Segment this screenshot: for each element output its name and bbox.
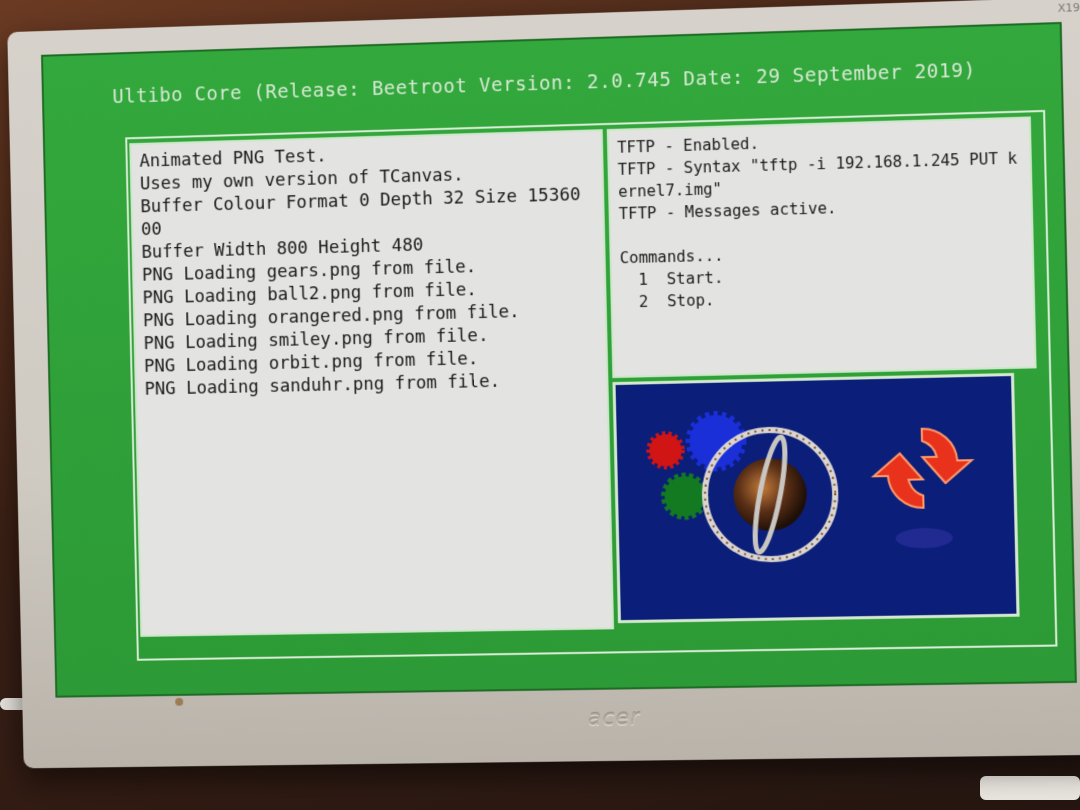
system-title: Ultibo Core (Release: Beetroot Version: … (112, 59, 977, 109)
monitor-model-label: X19 (1057, 1, 1080, 15)
monitor-bezel: X19 Ultibo Core (Release: Beetroot Versi… (7, 0, 1080, 769)
animation-panel (612, 372, 1020, 624)
animation-canvas (616, 376, 1020, 623)
orbit-ball-icon (704, 429, 837, 561)
photo-scene: X19 Ultibo Core (Release: Beetroot Versi… (0, 0, 1080, 810)
tftp-panel: TFTP - Enabled. TFTP - Syntax "tftp -i 1… (606, 116, 1037, 379)
console-panel: Animated PNG Test. Uses my own version o… (129, 129, 615, 637)
cable-right (980, 776, 1080, 800)
monitor-screen: Ultibo Core (Release: Beetroot Version: … (41, 21, 1077, 698)
gears-icon (649, 414, 744, 517)
power-led[interactable] (175, 697, 184, 706)
acer-logo: acer (587, 705, 641, 732)
orangered-refresh-icon (873, 428, 974, 549)
